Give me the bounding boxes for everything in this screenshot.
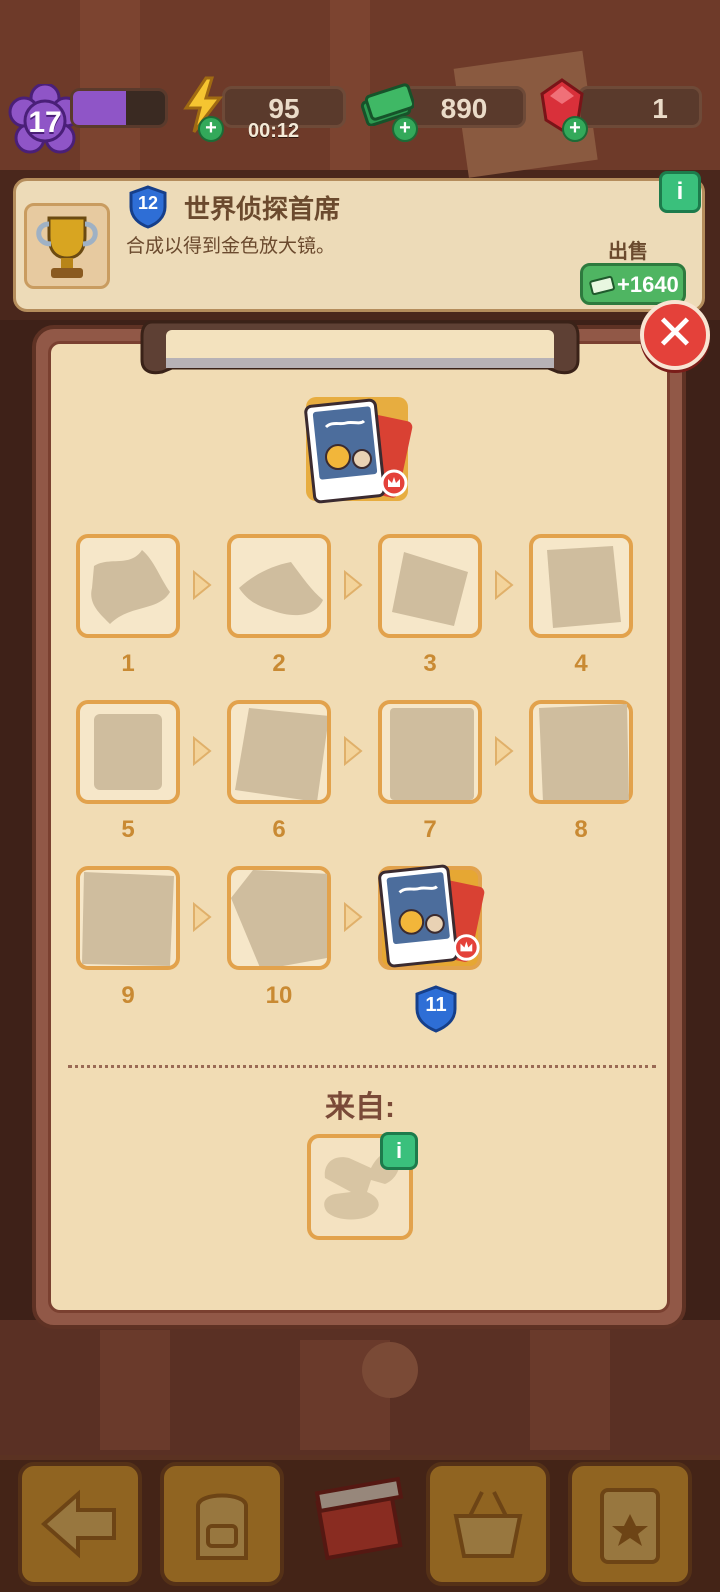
detective-photo-card-icon [378,864,485,968]
energy-timer: 00:12 [248,120,300,142]
basket-button[interactable] [426,1462,550,1586]
sell-button[interactable]: +1640 [580,263,686,305]
chevron-right-icon [495,736,514,766]
chain-slot-7[interactable] [378,700,482,804]
chevron-right-icon [193,570,212,600]
chain-slot-1[interactable] [76,534,180,638]
chain-level-2: 2 [272,650,286,677]
section-divider [68,1065,656,1068]
cash-counter[interactable]: 890 [402,86,526,128]
quest-title: 世界侦探首席 [184,194,341,224]
chain-slot-5[interactable] [76,700,180,804]
chain-slot-3[interactable] [378,534,482,638]
chain-slot-4[interactable] [529,534,633,638]
gem-value: 1 [652,93,668,124]
chain-level-4: 4 [574,650,588,677]
chevron-right-icon [193,736,212,766]
add-cash-button[interactable]: + [392,116,418,142]
quest-description: 合成以得到金色放大镜。 [126,236,336,257]
chain-level-9: 9 [121,982,135,1009]
sell-value: +1640 [617,272,679,297]
back-button[interactable] [18,1462,142,1586]
task-list-button[interactable] [568,1462,692,1586]
chain-level-3: 3 [423,650,437,677]
backpack-icon [196,1493,248,1560]
backpack-button[interactable] [160,1462,284,1586]
clipboard-icon [600,1488,660,1564]
cash-icon [589,275,615,296]
quest-level-number: 12 [137,193,159,213]
chain-slot-11[interactable] [378,864,485,970]
xp-progress-bar [70,88,168,128]
cash-value: 890 [440,93,488,124]
source-heading: 来自: [325,1091,395,1124]
clipboard-clip [140,320,580,375]
chevron-right-icon [344,736,363,766]
chevron-right-icon [344,570,363,600]
basket-icon [453,1491,523,1558]
add-gems-button[interactable]: + [562,116,588,142]
chain-level-8: 8 [574,816,588,843]
close-button[interactable]: ✕ [640,300,710,370]
chain-slot-6[interactable] [227,700,331,804]
resource-bar: 17 95 + 00:12 890 + 1 + [0,70,720,154]
chain-slot-8[interactable] [529,700,633,804]
chain-level-7: 7 [423,816,437,843]
chevron-right-icon [193,902,212,932]
chain-level-6: 6 [272,816,286,843]
xp-progress-fill [73,91,127,125]
sell-label: 出售 [608,241,648,263]
gem-counter[interactable]: 1 [578,86,702,128]
close-icon: ✕ [654,307,696,360]
trophy-icon [24,203,110,289]
gift-box-icon[interactable] [304,1456,414,1566]
chain-level-5: 5 [121,816,135,843]
detective-photo-card-icon[interactable] [302,397,414,507]
chain-slot-10[interactable] [227,866,331,970]
final-item-level-badge: 11 [414,985,458,1033]
info-icon: i [676,178,684,205]
quest-card: 12 世界侦探首席 合成以得到金色放大镜。 i 出售 +1640 [13,171,705,312]
quest-info-button[interactable]: i [659,171,701,213]
chevron-right-icon [344,902,363,932]
add-energy-button[interactable]: + [198,116,224,142]
chain-level-1: 1 [121,650,135,677]
info-icon: i [395,1138,403,1163]
chain-slot-2[interactable] [227,534,331,638]
source-info-button[interactable]: i [380,1132,418,1170]
chain-slot-9[interactable] [76,866,180,970]
quest-level-badge: 12 [128,185,168,229]
back-arrow-icon [40,1489,116,1559]
chevron-right-icon [495,570,514,600]
chain-level-10: 10 [265,982,293,1009]
final-item-level: 11 [425,994,447,1016]
